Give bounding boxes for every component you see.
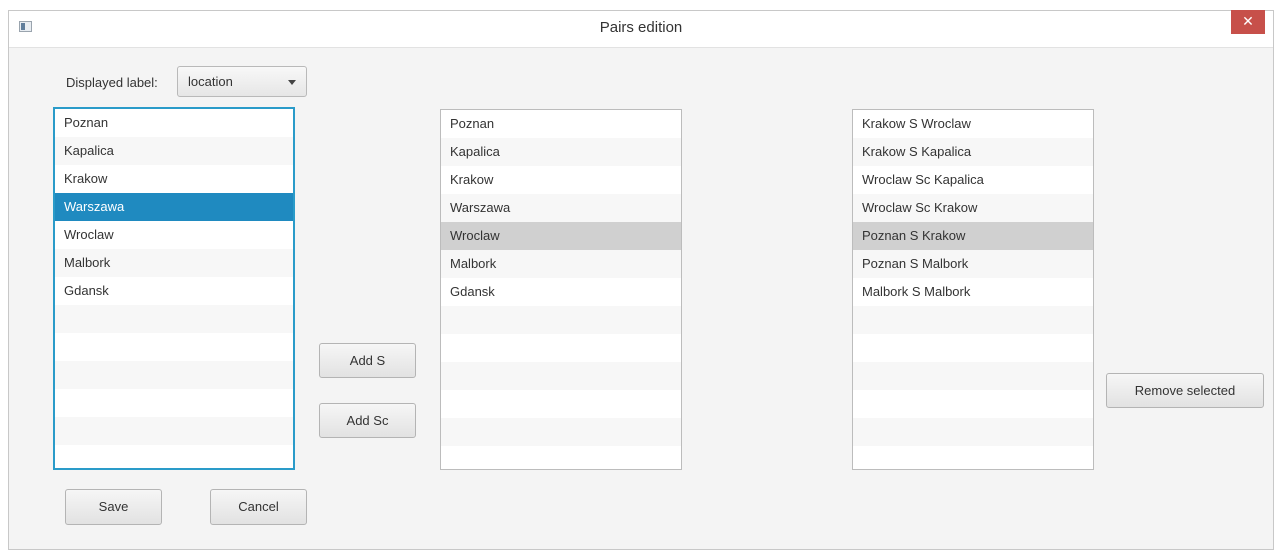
- list-item: [853, 390, 1093, 418]
- add-s-button[interactable]: Add S: [319, 343, 416, 378]
- list-item: [55, 361, 293, 389]
- add-sc-button[interactable]: Add Sc: [319, 403, 416, 438]
- list-item[interactable]: Gdansk: [55, 277, 293, 305]
- list-item[interactable]: Wroclaw Sc Kapalica: [853, 166, 1093, 194]
- list-item[interactable]: Kapalica: [441, 138, 681, 166]
- list-item: [441, 418, 681, 446]
- list-item[interactable]: Krakow: [441, 166, 681, 194]
- list-item: [853, 306, 1093, 334]
- list-item: [55, 305, 293, 333]
- list-item[interactable]: Warszawa: [441, 194, 681, 222]
- list-item[interactable]: Krakow S Wroclaw: [853, 110, 1093, 138]
- pairs-edition-window: Pairs edition ✕ Displayed label: locatio…: [8, 10, 1274, 550]
- list-item: [853, 334, 1093, 362]
- cancel-button[interactable]: Cancel: [210, 489, 307, 525]
- list-item: [55, 389, 293, 417]
- list-item: [853, 362, 1093, 390]
- list-item[interactable]: Malbork: [441, 250, 681, 278]
- save-button[interactable]: Save: [65, 489, 162, 525]
- target-list[interactable]: Poznan Kapalica Krakow Warszawa Wroclaw Malbo…: [440, 109, 682, 470]
- list-item[interactable]: Gdansk: [441, 278, 681, 306]
- list-item: [441, 334, 681, 362]
- list-item[interactable]: Wroclaw Sc Krakow: [853, 194, 1093, 222]
- displayed-label-text: Displayed label:: [66, 75, 158, 90]
- list-item[interactable]: Krakow: [55, 165, 293, 193]
- list-item[interactable]: Poznan: [441, 110, 681, 138]
- list-item[interactable]: Krakow S Kapalica: [853, 138, 1093, 166]
- source-list[interactable]: Poznan Kapalica Krakow Warszawa Wroclaw Malbo…: [53, 107, 295, 470]
- list-item[interactable]: Poznan S Krakow: [853, 222, 1093, 250]
- list-item[interactable]: Poznan: [55, 109, 293, 137]
- close-button[interactable]: ✕: [1231, 10, 1265, 34]
- list-item[interactable]: Wroclaw: [441, 222, 681, 250]
- list-item: [55, 445, 293, 468]
- list-item: [853, 418, 1093, 446]
- list-item[interactable]: Poznan S Malbork: [853, 250, 1093, 278]
- list-item: [441, 362, 681, 390]
- window-title: Pairs edition: [599, 19, 683, 36]
- list-item: [441, 306, 681, 334]
- list-item: [441, 446, 681, 469]
- displayed-label-combo[interactable]: location: [177, 66, 307, 97]
- list-item: [853, 446, 1093, 469]
- list-item[interactable]: Kapalica: [55, 137, 293, 165]
- list-item[interactable]: Malbork S Malbork: [853, 278, 1093, 306]
- list-item: [441, 390, 681, 418]
- combo-value: location: [188, 74, 233, 89]
- list-item[interactable]: Wroclaw: [55, 221, 293, 249]
- list-item[interactable]: Warszawa: [55, 193, 293, 221]
- list-item[interactable]: Malbork: [55, 249, 293, 277]
- list-item: [55, 333, 293, 361]
- list-item: [55, 417, 293, 445]
- title-bar[interactable]: Pairs edition ✕: [9, 10, 1273, 48]
- remove-selected-button[interactable]: Remove selected: [1106, 373, 1264, 408]
- chevron-down-icon: [288, 80, 296, 85]
- pairs-list[interactable]: Krakow S Wroclaw Krakow S Kapalica Wroclaw…: [852, 109, 1094, 470]
